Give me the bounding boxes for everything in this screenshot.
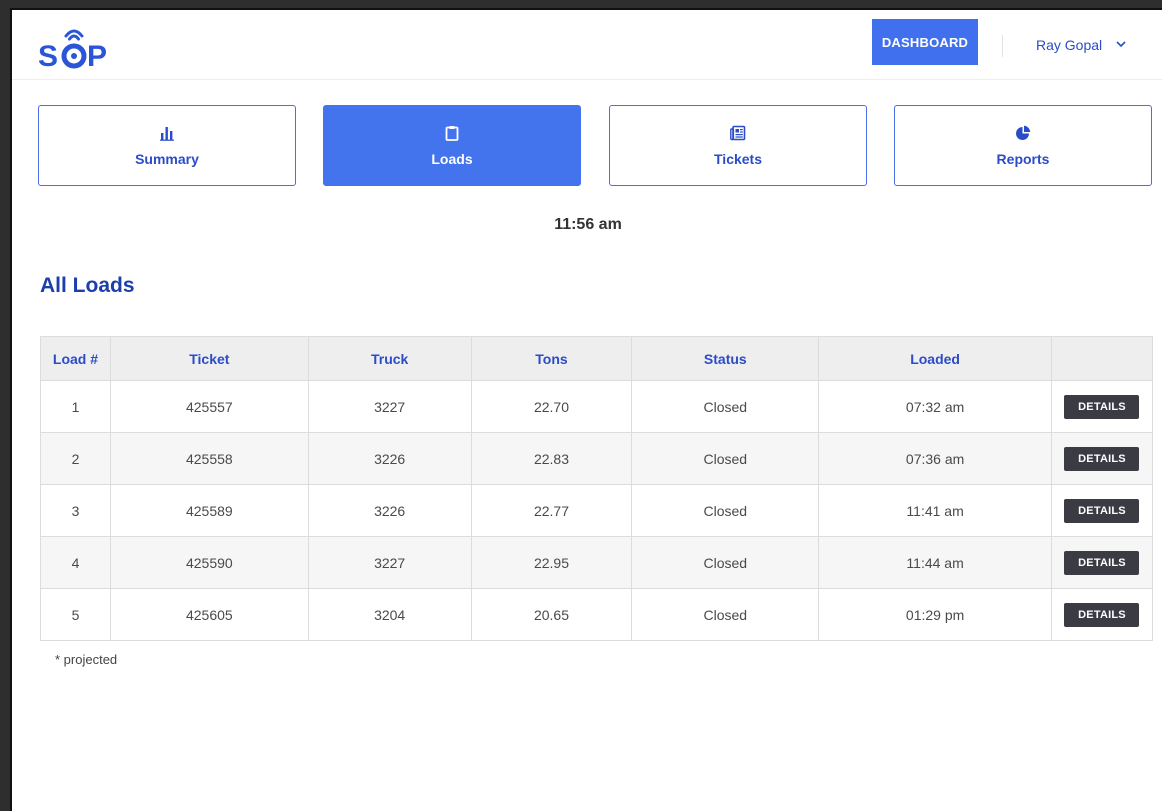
cell-tons: 22.95: [470, 536, 633, 589]
col-header-truck: Truck: [307, 336, 472, 381]
dashboard-button[interactable]: DASHBOARD: [872, 19, 978, 65]
sop-logo: S P: [38, 29, 107, 72]
details-button[interactable]: DETAILS: [1064, 498, 1140, 523]
table-row: 4 425590 3227 22.95 Closed 11:44 am DETA…: [40, 536, 1154, 589]
cell-load: 3: [40, 484, 111, 537]
tab-loads[interactable]: Loads: [323, 105, 581, 186]
app-window: S P DASHBOARD Ray Gopal Summary Loads Ti…: [10, 8, 1162, 811]
tab-tickets-label: Tickets: [714, 150, 762, 167]
svg-text:P: P: [87, 40, 107, 72]
clipboard-icon: [445, 125, 459, 141]
tab-tickets[interactable]: Tickets: [609, 105, 867, 186]
cell-ticket: 425557: [109, 380, 309, 433]
cell-actions: DETAILS: [1050, 432, 1154, 485]
cell-load: 4: [40, 536, 111, 589]
cell-status: Closed: [631, 484, 820, 537]
bar-chart-icon: [160, 126, 174, 141]
cell-ticket: 425590: [109, 536, 309, 589]
cell-truck: 3227: [307, 536, 472, 589]
cell-ticket: 425558: [109, 432, 309, 485]
col-header-load: Load #: [40, 336, 111, 381]
user-name: Ray Gopal: [1036, 37, 1103, 53]
tab-reports-label: Reports: [996, 150, 1050, 167]
tab-summary[interactable]: Summary: [38, 105, 296, 186]
chevron-down-icon: [1116, 39, 1126, 51]
cell-load: 1: [40, 380, 111, 433]
user-menu[interactable]: Ray Gopal: [1036, 34, 1126, 56]
cell-ticket: 425605: [109, 588, 309, 641]
table-row: 3 425589 3226 22.77 Closed 11:41 am DETA…: [40, 484, 1154, 537]
current-time: 11:56 am: [554, 216, 622, 233]
cell-load: 2: [40, 432, 111, 485]
loads-table: Load # Ticket Truck Tons Status Loaded 1…: [40, 336, 1154, 641]
table-header-row: Load # Ticket Truck Tons Status Loaded: [40, 336, 1154, 381]
svg-text:S: S: [38, 40, 58, 72]
cell-loaded: 07:32 am: [818, 380, 1052, 433]
top-header: S P DASHBOARD Ray Gopal: [12, 10, 1162, 80]
col-header-tons: Tons: [470, 336, 633, 381]
header-divider: [1002, 35, 1003, 57]
cell-tons: 22.77: [470, 484, 633, 537]
col-header-status: Status: [631, 336, 820, 381]
projected-footnote: * projected: [55, 652, 118, 667]
cell-truck: 3204: [307, 588, 472, 641]
cell-loaded: 11:44 am: [818, 536, 1052, 589]
table-row: 2 425558 3226 22.83 Closed 07:36 am DETA…: [40, 432, 1154, 485]
details-button[interactable]: DETAILS: [1064, 550, 1140, 575]
tab-reports[interactable]: Reports: [894, 105, 1152, 186]
cell-load: 5: [40, 588, 111, 641]
col-header-loaded: Loaded: [818, 336, 1052, 381]
tab-summary-label: Summary: [135, 150, 199, 167]
cell-status: Closed: [631, 432, 820, 485]
cell-loaded: 01:29 pm: [818, 588, 1052, 641]
cell-truck: 3226: [307, 484, 472, 537]
cell-truck: 3226: [307, 432, 472, 485]
details-button[interactable]: DETAILS: [1064, 602, 1140, 627]
table-row: 1 425557 3227 22.70 Closed 07:32 am DETA…: [40, 380, 1154, 433]
cell-actions: DETAILS: [1050, 484, 1154, 537]
cell-status: Closed: [631, 588, 820, 641]
cell-status: Closed: [631, 536, 820, 589]
cell-actions: DETAILS: [1050, 536, 1154, 589]
pie-chart-icon: [1016, 125, 1031, 140]
details-button[interactable]: DETAILS: [1064, 394, 1140, 419]
cell-tons: 20.65: [470, 588, 633, 641]
newspaper-icon: [730, 125, 746, 140]
cell-actions: DETAILS: [1050, 380, 1154, 433]
page-title: All Loads: [40, 274, 135, 297]
cell-tons: 22.83: [470, 432, 633, 485]
cell-status: Closed: [631, 380, 820, 433]
cell-actions: DETAILS: [1050, 588, 1154, 641]
tab-loads-label: Loads: [431, 150, 473, 167]
col-header-ticket: Ticket: [109, 336, 309, 381]
table-row: 5 425605 3204 20.65 Closed 01:29 pm DETA…: [40, 588, 1154, 641]
cell-loaded: 11:41 am: [818, 484, 1052, 537]
col-header-actions: [1050, 336, 1154, 381]
cell-ticket: 425589: [109, 484, 309, 537]
details-button[interactable]: DETAILS: [1064, 446, 1140, 471]
cell-truck: 3227: [307, 380, 472, 433]
cell-tons: 22.70: [470, 380, 633, 433]
cell-loaded: 07:36 am: [818, 432, 1052, 485]
